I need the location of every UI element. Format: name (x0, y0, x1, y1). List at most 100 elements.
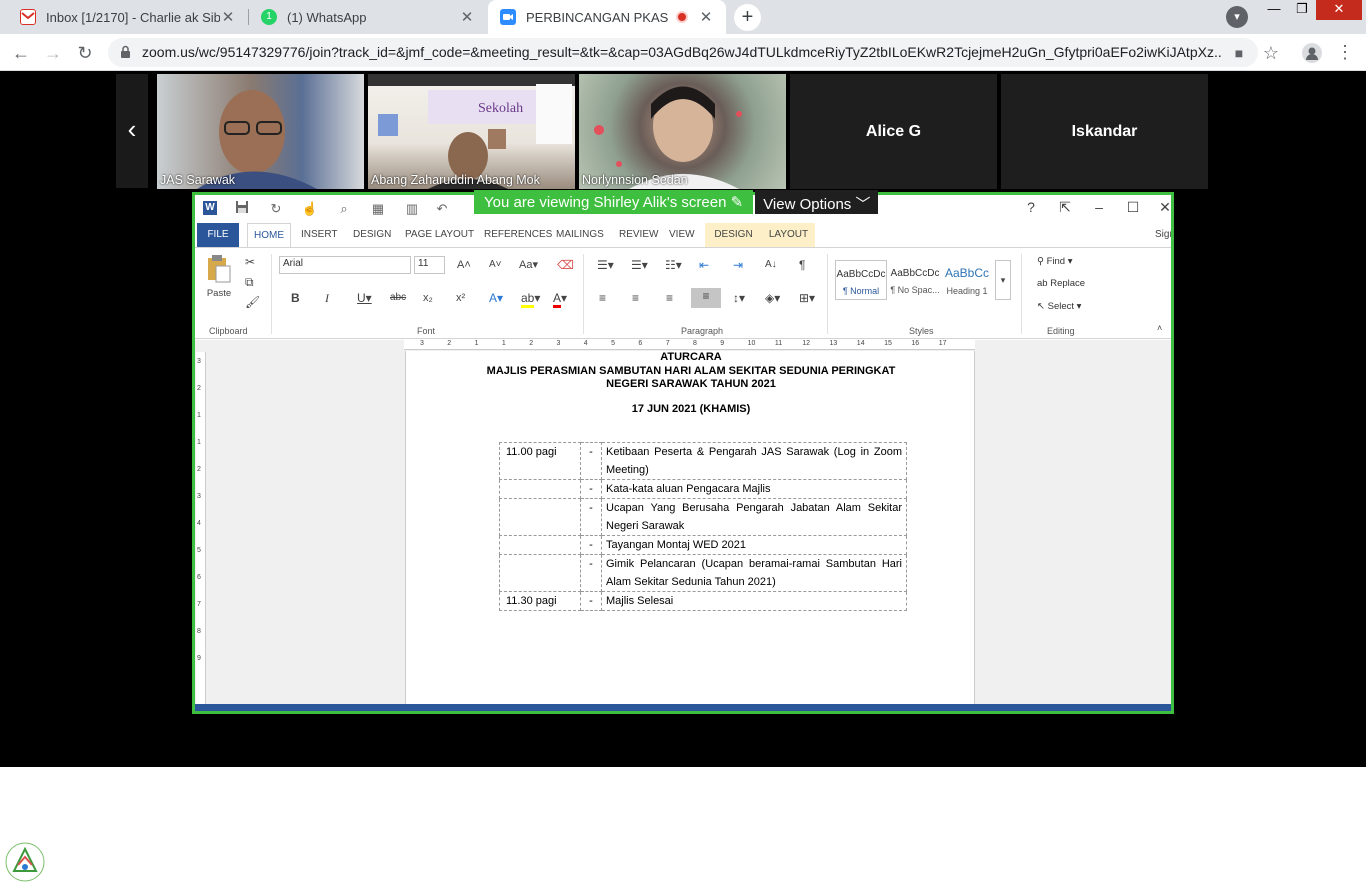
close-window-button[interactable]: ✕ (1316, 0, 1362, 20)
style-heading-1[interactable]: AaBbCc Heading 1 (941, 260, 993, 300)
undo-icon[interactable]: ↶ (433, 200, 451, 218)
tab-gmail[interactable]: Inbox [1/2170] - Charlie ak Sibab ✕ (8, 0, 248, 34)
new-tab-button[interactable]: + (734, 4, 761, 31)
tab-home[interactable]: HOME (247, 223, 291, 247)
select-button[interactable]: ↖ Select ▾ (1037, 301, 1081, 312)
view-options-button[interactable]: View Options ﹀ (755, 190, 879, 214)
back-button[interactable]: ← (8, 40, 34, 66)
participant-tile[interactable]: Iskandar (1001, 74, 1208, 189)
tab-file[interactable]: FILE (197, 223, 239, 247)
maximize-button[interactable]: ❐ (1288, 0, 1316, 20)
tab-table-layout[interactable]: LAYOUT (762, 223, 815, 247)
camera-icon[interactable]: ■ (1230, 44, 1248, 62)
style-preview: AaBbCc (944, 266, 990, 280)
help-button[interactable]: ? (1021, 199, 1041, 215)
address-bar[interactable]: zoom.us/wc/95147329776/join?track_id=&jm… (108, 38, 1258, 67)
schedule-table: 11.00 pagi - Ketibaan Peserta & Pengarah… (499, 442, 907, 611)
styles-more-icon[interactable]: ▾ (995, 260, 1011, 300)
highlight-icon[interactable]: ab▾ (521, 290, 540, 308)
ruler-tick-label: 5 (611, 340, 615, 347)
word-close-button[interactable]: ✕ (1155, 199, 1171, 216)
tab-review[interactable]: REVIEW (613, 223, 664, 247)
decrease-indent-icon[interactable]: ⇤ (699, 257, 709, 273)
close-icon[interactable]: ✕ (220, 8, 236, 26)
find-button[interactable]: ⚲ Find ▾ (1037, 256, 1073, 267)
copy-icon[interactable]: ⧉ (245, 274, 254, 290)
paste-icon[interactable] (205, 254, 233, 284)
borders-icon[interactable]: ⊞▾ (799, 290, 815, 306)
italic-icon[interactable]: I (325, 290, 329, 306)
multilevel-list-icon[interactable]: ☷▾ (665, 257, 682, 273)
menu-icon[interactable]: ⋮ (1336, 43, 1354, 61)
align-center-icon[interactable]: ≡ (632, 290, 639, 306)
tab-zoom-meeting[interactable]: PERBINCANGAN PKAS ✕ (488, 0, 726, 34)
gallery-prev-button[interactable]: ‹ (116, 74, 148, 188)
redo-icon[interactable]: ↻ (267, 200, 285, 218)
schedule-item: Kata-kata aluan Pengacara Majlis (601, 479, 907, 499)
font-name-select[interactable]: Arial (279, 256, 411, 274)
word-maximize-button[interactable]: ☐ (1123, 199, 1143, 216)
shrink-font-icon[interactable]: A˅ (489, 257, 502, 273)
tab-search-icon[interactable]: ▾ (1226, 6, 1248, 28)
participant-tile[interactable]: Alice G (790, 74, 997, 189)
numbering-icon[interactable]: ☰▾ (631, 257, 648, 273)
minimize-button[interactable]: — (1260, 0, 1288, 20)
collapse-ribbon-icon[interactable]: ˄ (1157, 320, 1162, 336)
cut-icon[interactable]: ✂ (245, 254, 255, 270)
text-effects-icon[interactable]: A▾ (489, 290, 503, 306)
participant-tile[interactable]: Sekolah Abang Zaharuddin Abang Mok (368, 74, 575, 189)
select-label: Select (1047, 301, 1075, 312)
font-size-select[interactable]: 11 (414, 256, 445, 274)
bold-icon[interactable]: B (291, 290, 300, 306)
sort-icon[interactable]: A↓ (765, 257, 777, 273)
font-color-icon[interactable]: A▾ (553, 290, 567, 308)
align-left-icon[interactable]: ≡ (599, 290, 606, 306)
grow-font-icon[interactable]: A˄ (457, 257, 471, 273)
tab-whatsapp[interactable]: 1 (1) WhatsApp ✕ (249, 0, 487, 34)
style-no-spacing[interactable]: AaBbCcDc ¶ No Spac... (889, 260, 941, 300)
participant-tile[interactable]: JAS Sarawak (157, 74, 364, 189)
replace-button[interactable]: ab Replace (1037, 278, 1085, 289)
save-icon[interactable] (233, 200, 251, 218)
tab-mailings[interactable]: MAILINGS (550, 223, 610, 247)
change-case-icon[interactable]: Aa▾ (519, 257, 538, 273)
tab-table-design[interactable]: DESIGN (705, 223, 762, 247)
browser-toolbar: ← → ↻ zoom.us/wc/95147329776/join?track_… (0, 34, 1366, 71)
ribbon-display-icon[interactable]: ⇱ (1055, 199, 1075, 216)
close-icon[interactable]: ✕ (698, 8, 714, 26)
profile-avatar[interactable] (1302, 43, 1322, 63)
bullets-icon[interactable]: ☰▾ (597, 257, 614, 273)
columns-icon[interactable]: ▥ (403, 200, 421, 218)
format-painter-icon[interactable]: 🖌 (245, 294, 260, 310)
word-minimize-button[interactable]: – (1089, 199, 1109, 215)
align-right-icon[interactable]: ≡ (666, 290, 673, 306)
underline-icon[interactable]: U▾ (357, 290, 372, 306)
paste-button[interactable]: Paste (199, 286, 239, 302)
print-preview-icon[interactable]: ⌕ (335, 200, 353, 218)
tab-page-layout[interactable]: PAGE LAYOUT (399, 223, 480, 247)
reload-button[interactable]: ↻ (72, 40, 98, 66)
strikethrough-icon[interactable]: abc (390, 290, 406, 306)
forward-button[interactable]: → (40, 40, 66, 66)
style-normal[interactable]: AaBbCcDc ¶ Normal (835, 260, 887, 300)
tab-references[interactable]: REFERENCES (478, 223, 558, 247)
star-icon[interactable]: ☆ (1262, 44, 1280, 62)
superscript-icon[interactable]: x² (456, 290, 465, 306)
close-icon[interactable]: ✕ (459, 8, 475, 26)
tab-design[interactable]: DESIGN (347, 223, 397, 247)
show-formatting-icon[interactable]: ¶ (799, 257, 805, 273)
shading-icon[interactable]: ◈▾ (765, 290, 780, 306)
touch-mode-icon[interactable]: ☝ (301, 200, 319, 218)
participant-tile[interactable]: Norlynnsion Sedan (579, 74, 786, 189)
sign-in-link[interactable]: Sign (1149, 223, 1171, 247)
tab-insert[interactable]: INSERT (295, 223, 344, 247)
tab-view[interactable]: VIEW (663, 223, 701, 247)
justify-icon[interactable]: ≡ (691, 288, 721, 308)
increase-indent-icon[interactable]: ⇥ (733, 257, 743, 273)
subscript-icon[interactable]: x₂ (423, 290, 433, 306)
table-icon[interactable]: ▦ (369, 200, 387, 218)
line-spacing-icon[interactable]: ↕▾ (733, 290, 745, 306)
document-page[interactable]: ATURCARA MAJLIS PERASMIAN SAMBUTAN HARI … (405, 351, 975, 704)
replace-label: Replace (1050, 278, 1086, 289)
clear-formatting-icon[interactable]: ⌫ (557, 257, 574, 273)
